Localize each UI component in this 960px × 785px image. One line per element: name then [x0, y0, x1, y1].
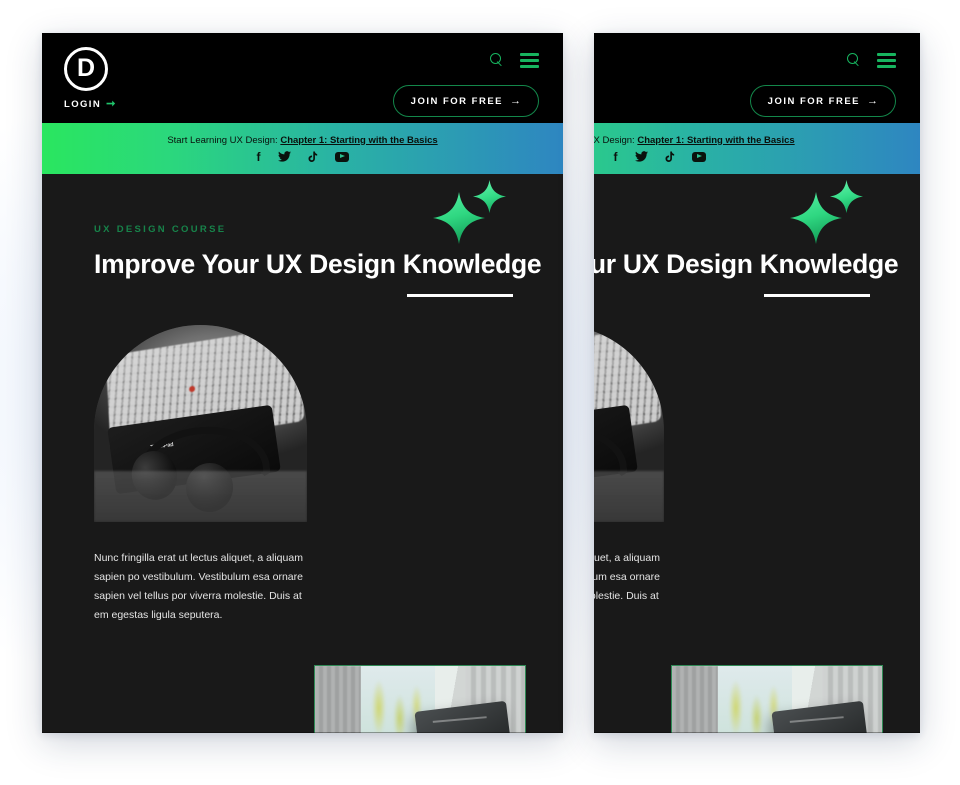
site-logo[interactable]: D: [64, 47, 108, 91]
secondary-image-card: [314, 665, 526, 733]
laptop-by-window-photo: [315, 666, 525, 733]
tiktok-icon[interactable]: [308, 150, 318, 163]
sparkle-decoration: [429, 180, 511, 244]
announcement-link[interactable]: Chapter 1: Starting with the Basics: [637, 135, 794, 146]
page-title: Improve Your UX Design Knowledge: [594, 249, 899, 279]
sparkle-decoration: [786, 180, 868, 244]
page-title: Improve Your UX Design Knowledge: [94, 249, 542, 279]
announcement-prefix: Start Learning UX Design:: [167, 134, 278, 146]
arch-image: [94, 325, 307, 522]
announcement-bar: Start Learning UX Design: Chapter 1: Sta…: [42, 123, 563, 174]
site-header: D LOGIN ➞ JOIN FOR FREE →: [42, 33, 563, 123]
login-label: LOGIN: [64, 99, 102, 110]
laptop-with-headphones-photo: [594, 325, 664, 522]
laptop-with-headphones-photo: [94, 325, 307, 522]
secondary-image-card: [671, 665, 883, 733]
youtube-icon[interactable]: [334, 151, 349, 162]
content-section: Nunc fringilla erat ut lectus aliquet, a…: [42, 325, 563, 733]
twitter-icon[interactable]: [634, 151, 648, 162]
site-logo-letter: D: [76, 54, 96, 82]
facebook-icon[interactable]: f: [614, 151, 618, 163]
hamburger-menu-icon[interactable]: [520, 53, 539, 68]
login-link[interactable]: LOGIN ➞: [64, 98, 117, 111]
site-header: D LOGIN ➞ JOIN FOR FREE →: [594, 33, 920, 123]
title-underline-accent: [407, 294, 513, 297]
arrow-right-icon: →: [510, 95, 521, 107]
announcement-text: Start Learning UX Design: Chapter 1: Sta…: [167, 135, 437, 146]
social-icon-row: f: [257, 151, 349, 163]
header-icon-group: [847, 53, 896, 68]
arrow-right-icon: →: [867, 95, 878, 107]
page-viewport: D LOGIN ➞ JOIN FOR FREE → Start Learning: [594, 33, 920, 733]
join-for-free-label: JOIN FOR FREE: [767, 95, 860, 107]
browser-preview-panel-wide[interactable]: D LOGIN ➞ JOIN FOR FREE → Start Learning…: [42, 33, 563, 733]
youtube-icon[interactable]: [691, 151, 706, 162]
announcement-bar: Start Learning UX Design: Chapter 1: Sta…: [594, 123, 920, 174]
hamburger-menu-icon[interactable]: [877, 53, 896, 68]
body-paragraph: Nunc fringilla erat ut lectus aliquet, a…: [594, 552, 660, 603]
announcement-prefix: Start Learning UX Design:: [594, 134, 635, 146]
content-section: Nunc fringilla erat ut lectus aliquet, a…: [594, 325, 920, 733]
join-for-free-button[interactable]: JOIN FOR FREE →: [392, 85, 539, 117]
search-icon[interactable]: [847, 53, 861, 67]
join-for-free-button[interactable]: JOIN FOR FREE →: [749, 85, 896, 117]
body-paragraph: Nunc fringilla erat ut lectus aliquet, a…: [94, 552, 303, 622]
hero-section: UX DESIGN COURSE Improve Your UX Design …: [594, 174, 920, 297]
hero-section: UX DESIGN COURSE Improve Your UX Design …: [42, 174, 563, 297]
floor-shadow: [594, 470, 664, 522]
search-icon[interactable]: [490, 53, 504, 67]
floor-shadow: [94, 470, 307, 522]
sparkle-small-icon: [830, 180, 863, 213]
page-viewport: D LOGIN ➞ JOIN FOR FREE → Start Learning…: [42, 33, 563, 733]
announcement-link[interactable]: Chapter 1: Starting with the Basics: [280, 135, 437, 146]
header-icon-group: [490, 53, 539, 68]
browser-preview-panel-narrow[interactable]: D LOGIN ➞ JOIN FOR FREE → Start Learning: [594, 33, 920, 733]
join-for-free-label: JOIN FOR FREE: [410, 95, 503, 107]
title-underline-accent: [764, 294, 870, 297]
announcement-text: Start Learning UX Design: Chapter 1: Sta…: [594, 135, 795, 146]
page-main: UX DESIGN COURSE Improve Your UX Design …: [42, 174, 563, 733]
facebook-icon[interactable]: f: [257, 151, 261, 163]
curtain-left-shape: [672, 666, 719, 733]
arch-image: [594, 325, 664, 522]
page-main: UX DESIGN COURSE Improve Your UX Design …: [594, 174, 920, 733]
login-arrow-icon: ➞: [106, 98, 117, 110]
social-icon-row: f: [614, 151, 706, 163]
twitter-icon[interactable]: [277, 151, 291, 162]
preview-canvas: D LOGIN ➞ JOIN FOR FREE → Start Learning…: [0, 0, 960, 785]
sparkle-small-icon: [473, 180, 506, 213]
laptop-by-window-photo: [672, 666, 882, 733]
curtain-left-shape: [315, 666, 362, 733]
tiktok-icon[interactable]: [665, 150, 675, 163]
